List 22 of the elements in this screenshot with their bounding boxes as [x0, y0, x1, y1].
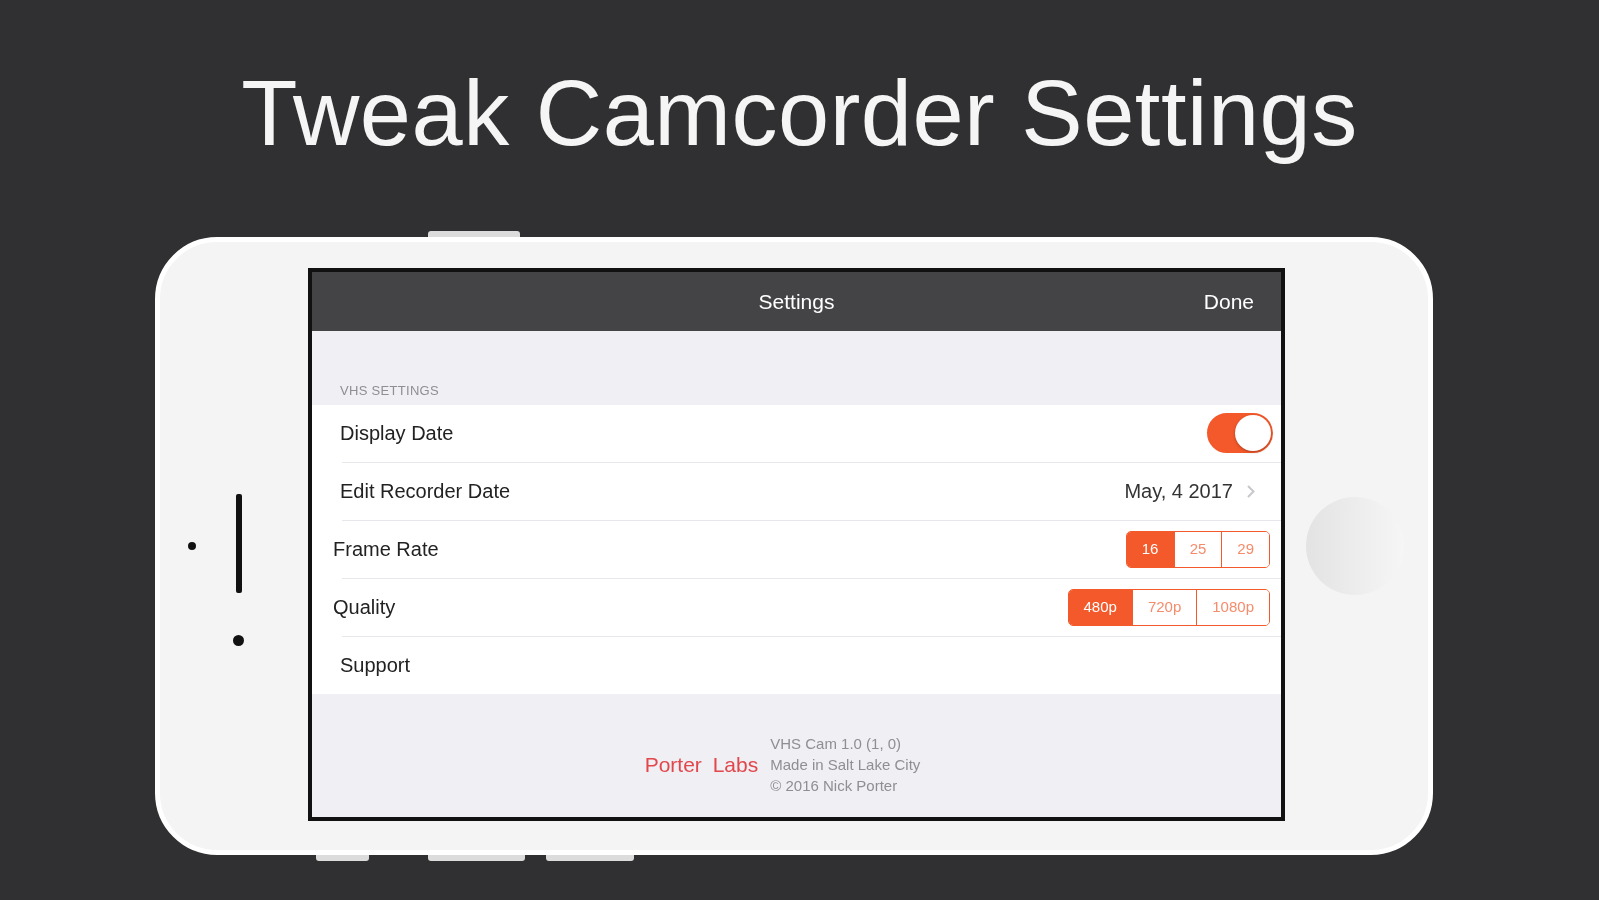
- segment-button[interactable]: 1080p: [1196, 589, 1269, 625]
- done-button[interactable]: Done: [1203, 285, 1254, 318]
- row-label: Edit Recorder Date: [340, 479, 511, 505]
- footer-info-text: © 2016 Nick Porter: [770, 775, 899, 796]
- toggle-switch[interactable]: [1207, 413, 1273, 454]
- row-label: Frame Rate: [333, 537, 439, 563]
- date-value[interactable]: May, 4 2017: [1124, 476, 1233, 507]
- footer-info-text: Made in Salt Lake City: [770, 754, 921, 775]
- section-header: VHS SETTINGS: [340, 382, 439, 398]
- page-heading: Tweak Camcorder Settings: [241, 61, 1358, 166]
- footer-info-text: VHS Cam 1.0 (1, 0): [770, 733, 903, 754]
- segment-button[interactable]: 29: [1221, 531, 1269, 567]
- row-label: Quality: [333, 595, 396, 621]
- row-label: Display Date: [340, 421, 454, 447]
- segment-button[interactable]: 16: [1126, 531, 1174, 567]
- nav-title: Settings: [758, 288, 835, 315]
- speaker-slot-icon: [235, 494, 242, 594]
- chevron-right-icon: [1247, 484, 1255, 498]
- brand-logo: Porter Labs: [644, 751, 759, 778]
- phone-edge-ridge: [316, 854, 369, 861]
- support-row[interactable]: Support: [312, 636, 1281, 694]
- segment-button[interactable]: 480p: [1068, 589, 1132, 625]
